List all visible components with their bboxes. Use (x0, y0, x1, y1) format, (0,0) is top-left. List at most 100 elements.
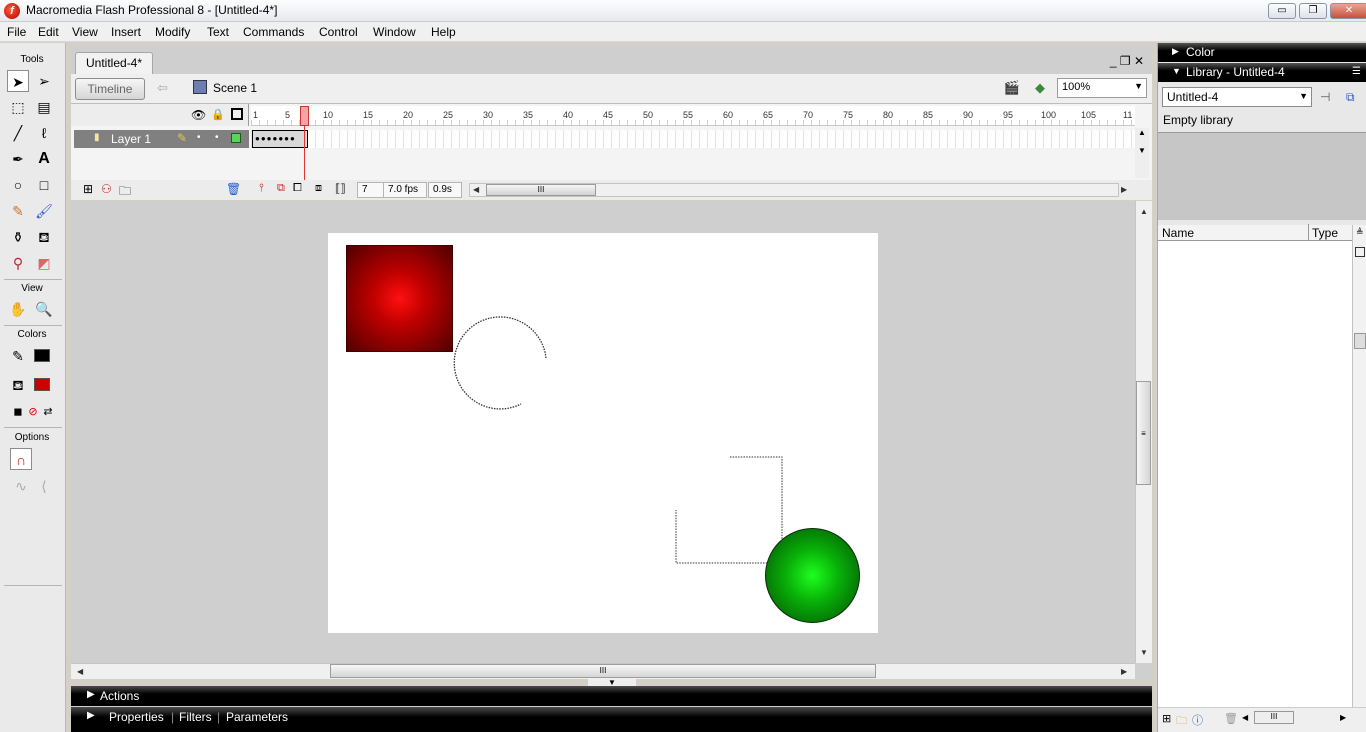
selection-tool-icon[interactable]: ➤ (7, 70, 29, 92)
playhead[interactable] (300, 106, 309, 126)
layer-row[interactable]: ▮ Layer 1 ✎ • • (74, 130, 249, 148)
visibility-dot[interactable]: • (197, 132, 201, 143)
free-transform-tool-icon[interactable]: ⬚ (7, 96, 29, 118)
lock-dot[interactable]: • (215, 132, 219, 143)
menu-modify[interactable]: Modify (155, 25, 190, 39)
timeline-vertical-scrollbar[interactable]: ▲ ▼ (1135, 128, 1149, 178)
back-arrow-icon[interactable]: ⇦ (157, 80, 168, 96)
actions-panel-bar[interactable]: ▶ Actions (71, 686, 1152, 706)
scroll-right-icon[interactable]: ▶ (1121, 667, 1127, 676)
center-frame-icon[interactable]: ⫯ (259, 182, 264, 195)
minimize-button[interactable]: ▭ (1268, 3, 1296, 19)
edit-multiple-frames-icon[interactable]: ⧈ (315, 182, 322, 195)
lasso-tool-icon[interactable]: ℓ (33, 122, 55, 144)
new-symbol-icon[interactable]: ⊞ (1162, 712, 1171, 725)
library-item-list[interactable] (1158, 241, 1352, 707)
properties-tab[interactable]: Properties (109, 710, 164, 724)
wide-state-icon[interactable] (1355, 247, 1365, 257)
outline-icon[interactable] (231, 108, 243, 120)
scroll-left-icon[interactable]: ◀ (1242, 713, 1248, 722)
edit-scene-icon[interactable]: 🎬 (1003, 80, 1021, 98)
delete-icon[interactable]: 🗑 (1224, 712, 1238, 725)
panel-menu-icon[interactable]: ☰ (1352, 66, 1361, 77)
name-column-header[interactable]: Name (1162, 226, 1194, 240)
sort-icon[interactable]: ≜ (1356, 227, 1364, 238)
layer-outline-color[interactable] (231, 133, 241, 143)
fill-color-swatch[interactable] (34, 378, 50, 391)
document-window-controls[interactable]: _ ❐ ✕ (1110, 54, 1144, 68)
dotted-arc-shape[interactable] (453, 314, 549, 410)
frame-rate-field[interactable]: 7.0 fps (383, 182, 427, 198)
pencil-tool-icon[interactable]: ✎ (7, 200, 29, 222)
edit-symbols-icon[interactable]: ◆ (1031, 80, 1049, 98)
gradient-transform-tool-icon[interactable]: ▤ (33, 96, 55, 118)
insert-folder-icon[interactable]: 🗀 (119, 182, 131, 203)
onion-skin-outline-icon[interactable]: ⧠ (293, 182, 302, 195)
swap-colors-icon[interactable]: ⇄ (37, 401, 59, 423)
menu-help[interactable]: Help (431, 25, 456, 39)
frames-row[interactable] (251, 130, 1135, 148)
stage-horizontal-scroll-thumb[interactable]: III (330, 664, 876, 678)
delete-layer-icon[interactable]: 🗑 (226, 182, 241, 196)
scene-label[interactable]: Scene 1 (213, 81, 257, 95)
dotted-rectangle-outline[interactable] (675, 456, 783, 564)
menu-window[interactable]: Window (373, 25, 416, 39)
zoom-tool-icon[interactable]: 🔍 (33, 298, 55, 320)
menu-control[interactable]: Control (319, 25, 358, 39)
properties-icon[interactable]: ⓘ (1192, 712, 1203, 728)
type-column-header[interactable]: Type (1312, 226, 1338, 240)
menu-text[interactable]: Text (207, 25, 229, 39)
library-horizontal-scroll-thumb[interactable]: III (1254, 711, 1294, 724)
properties-panel-bar[interactable]: ▶ Properties | Filters | Parameters (71, 707, 1152, 732)
pin-library-icon[interactable]: ⊣ (1320, 90, 1330, 104)
insert-layer-icon[interactable]: ⊞ (83, 182, 93, 196)
straighten-icon[interactable]: ⟨ (33, 475, 55, 497)
new-folder-icon[interactable]: 🗀 (1176, 712, 1187, 731)
paint-bucket-tool-icon[interactable]: ⛾ (33, 226, 55, 248)
timeline-toggle-button[interactable]: Timeline (75, 78, 145, 100)
library-panel-bar[interactable]: ▼ Library - Untitled-4 ☰ (1158, 63, 1366, 82)
library-scroll-thumb[interactable] (1354, 333, 1366, 349)
parameters-tab[interactable]: Parameters (226, 710, 288, 724)
onion-skin-icon[interactable]: ⧉ (277, 182, 285, 195)
menu-file[interactable]: File (7, 25, 26, 39)
scroll-up-icon[interactable]: ▲ (1140, 207, 1148, 216)
eye-icon[interactable]: 👁 (191, 108, 206, 122)
zoom-select[interactable]: 100% ▼ (1057, 78, 1147, 98)
brush-tool-icon[interactable]: 🖌 (33, 200, 55, 222)
library-document-select[interactable]: Untitled-4 ▼ (1162, 87, 1312, 107)
stroke-color-swatch[interactable] (34, 349, 50, 362)
hand-tool-icon[interactable]: ✋ (7, 298, 29, 320)
menu-view[interactable]: View (72, 25, 98, 39)
keyframe-span[interactable]: ●●●●●●● (252, 130, 308, 148)
line-tool-icon[interactable]: ╱ (7, 122, 29, 144)
eraser-tool-icon[interactable]: ◩ (33, 252, 55, 274)
rectangle-tool-icon[interactable]: □ (33, 174, 55, 196)
close-button[interactable]: ✕ (1330, 3, 1366, 19)
restore-button[interactable]: ❐ (1299, 3, 1327, 19)
menu-edit[interactable]: Edit (38, 25, 59, 39)
green-gradient-circle[interactable] (765, 528, 860, 623)
timeline-scroll-thumb[interactable]: III (486, 184, 596, 196)
subselection-tool-icon[interactable]: ➢ (33, 70, 55, 92)
red-gradient-square[interactable] (346, 245, 453, 352)
document-tab[interactable]: Untitled-4* (75, 52, 154, 74)
add-guide-layer-icon[interactable]: ⚇ (101, 182, 112, 196)
stage-vertical-scroll-thumb[interactable]: ≡ (1136, 381, 1151, 485)
scroll-left-icon[interactable]: ◀ (77, 667, 83, 676)
scroll-right-icon[interactable]: ▶ (1340, 713, 1346, 722)
filters-tab[interactable]: Filters (179, 710, 212, 724)
oval-tool-icon[interactable]: ○ (7, 174, 29, 196)
color-panel-bar[interactable]: ▶ Color (1158, 43, 1366, 62)
pen-tool-icon[interactable]: ✒ (7, 148, 29, 170)
ink-bottle-tool-icon[interactable]: ⚱ (7, 226, 29, 248)
scroll-left-icon[interactable]: ◀ (473, 185, 479, 194)
menu-commands[interactable]: Commands (243, 25, 304, 39)
scroll-down-icon[interactable]: ▼ (1140, 648, 1148, 657)
stage[interactable] (328, 233, 878, 633)
snap-to-objects-icon[interactable]: ∩ (10, 448, 32, 470)
eyedropper-tool-icon[interactable]: ⚲ (7, 252, 29, 274)
menu-insert[interactable]: Insert (111, 25, 141, 39)
lock-icon[interactable]: 🔒 (211, 108, 225, 121)
modify-onion-markers-icon[interactable]: ⟦⟧ (335, 182, 346, 195)
